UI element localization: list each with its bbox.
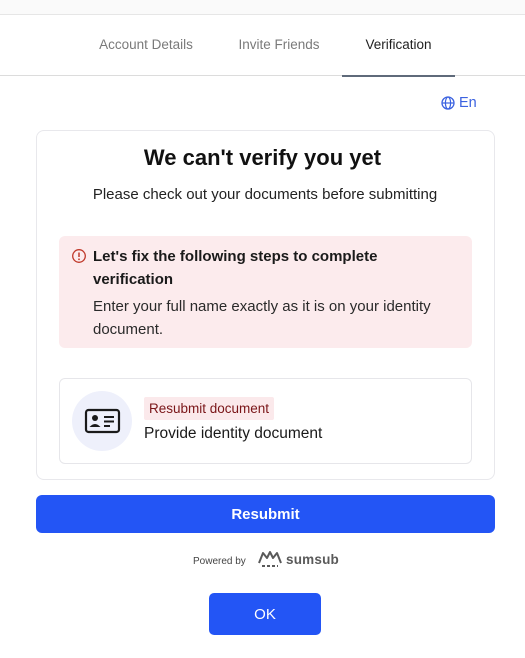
tab-account-details[interactable]: Account Details [90,15,202,76]
alert-heading: Let's fix the following steps to complet… [93,248,378,288]
tab-invite-friends[interactable]: Invite Friends [230,15,328,76]
id-card-icon [72,391,132,451]
alert-text: Enter your full name exactly as it is on… [93,298,431,338]
top-strip [0,0,525,15]
resubmit-badge: Resubmit document [144,397,275,420]
resubmit-button[interactable]: Resubmit [36,495,495,533]
language-label: En [459,95,477,111]
ok-button[interactable]: OK [209,593,321,635]
brand-name: sumsub [286,552,339,567]
document-label: Provide identity document [144,425,323,442]
tab-bar: Account Details Invite Friends Verificat… [0,15,525,77]
language-selector[interactable]: En [441,93,477,113]
sumsub-logo-icon [258,551,282,567]
status-subtitle: Please check out your documents before s… [92,186,438,203]
powered-by-label: Powered by [193,556,246,567]
tab-verification[interactable]: Verification [342,15,455,77]
status-title: We can't verify you yet [143,145,382,170]
globe-icon [441,96,455,110]
alert-circle-icon [72,249,86,263]
